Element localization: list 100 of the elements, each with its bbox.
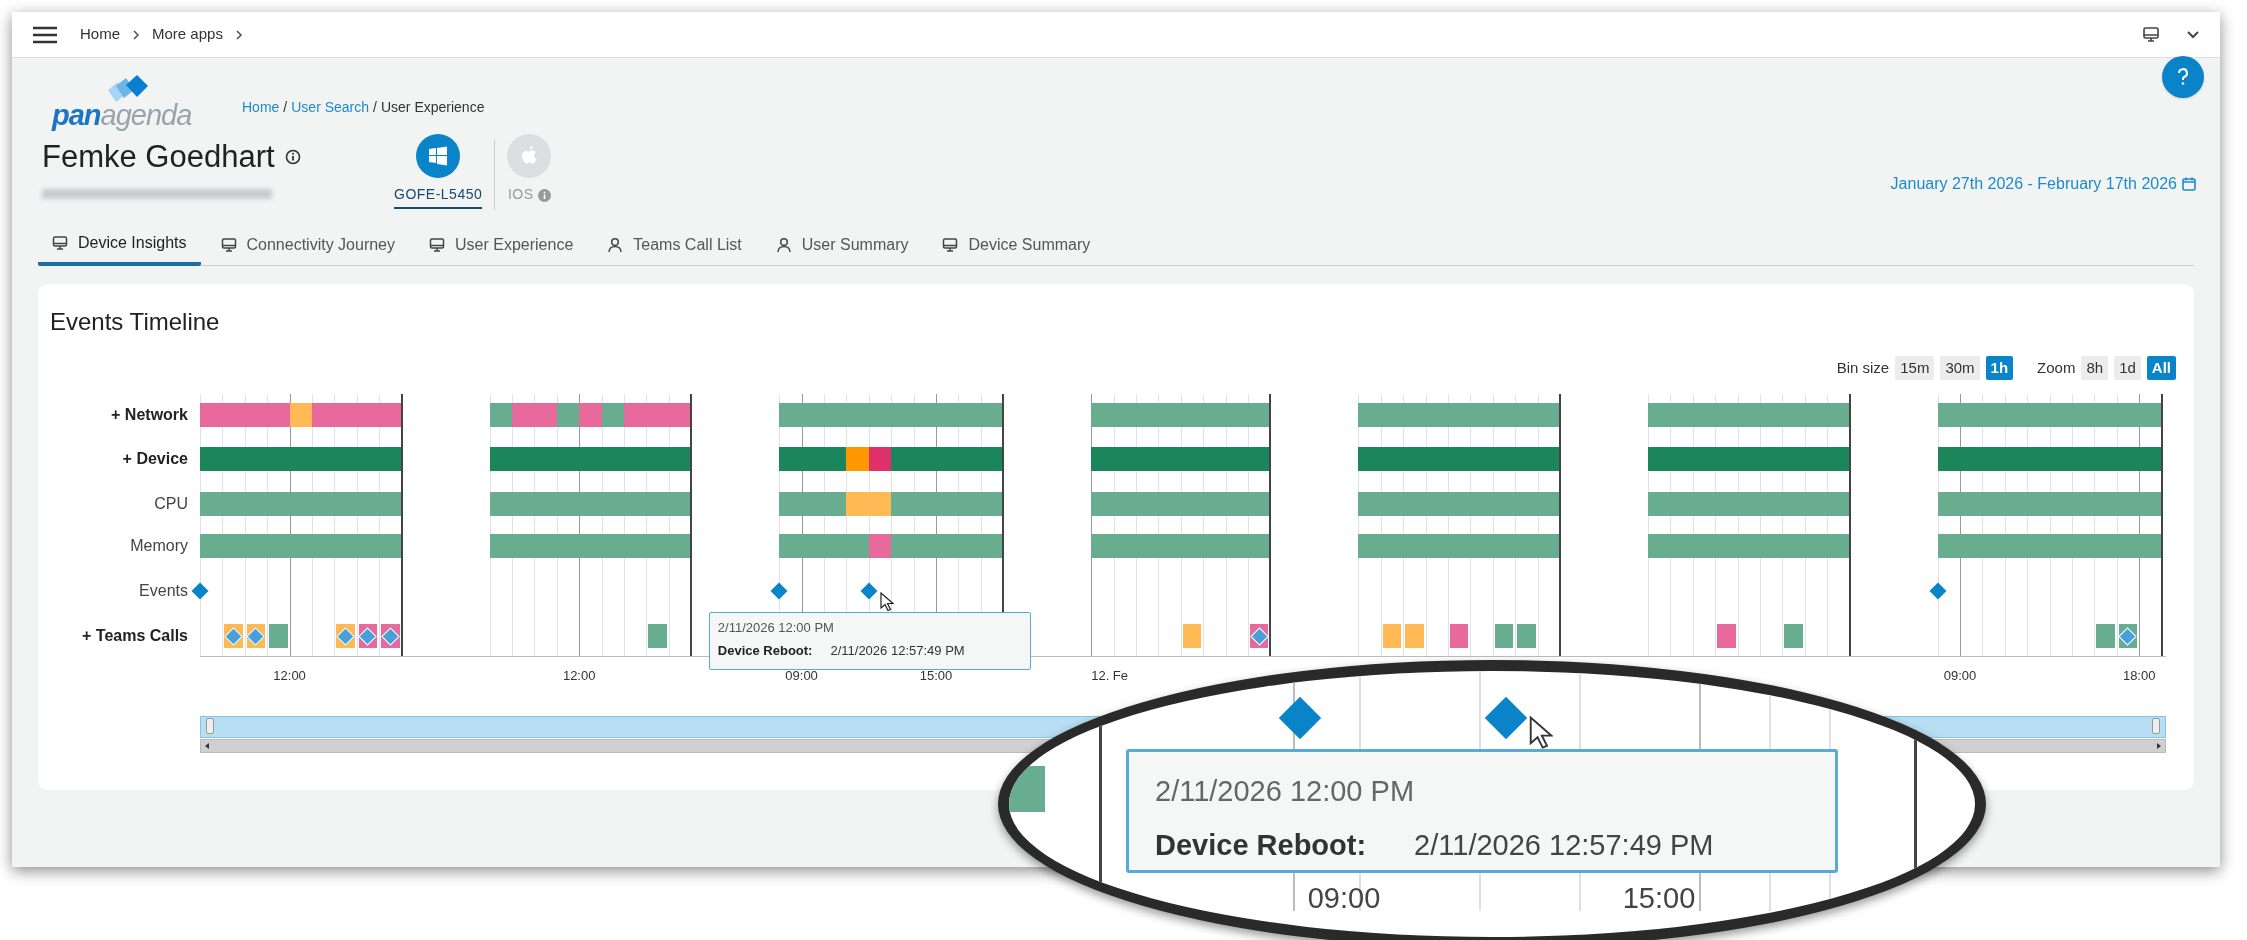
call-marker[interactable] bbox=[1405, 624, 1424, 648]
status-bar-segment[interactable] bbox=[379, 447, 402, 471]
call-marker[interactable] bbox=[246, 624, 266, 648]
tab[interactable]: User Summary bbox=[761, 224, 923, 266]
logo: panagenda bbox=[52, 74, 202, 130]
timeline-row-label: Events bbox=[139, 581, 188, 601]
breadcrumb-current: User Experience bbox=[380, 98, 485, 117]
call-marker[interactable] bbox=[2096, 624, 2115, 648]
menu-icon[interactable] bbox=[32, 25, 58, 44]
breadcrumb-link[interactable]: More apps bbox=[152, 23, 223, 46]
status-bar-segment[interactable] bbox=[1537, 492, 1560, 516]
user-name: Femke Goedhart bbox=[42, 138, 275, 176]
help-button[interactable] bbox=[2162, 56, 2204, 98]
calendar-icon[interactable] bbox=[2182, 177, 2196, 191]
status-bar-segment[interactable] bbox=[1937, 403, 1960, 427]
timeline-row-label[interactable]: + Device bbox=[122, 449, 188, 469]
status-bar-segment[interactable] bbox=[489, 534, 512, 558]
call-marker[interactable] bbox=[381, 624, 400, 648]
status-bar-segment[interactable] bbox=[2139, 447, 2162, 471]
status-bar-segment[interactable] bbox=[1937, 492, 1960, 516]
tab[interactable]: Device Insights bbox=[38, 224, 201, 266]
tooltip-title: 2/11/2026 12:00 PM bbox=[1155, 774, 1416, 809]
monitor-icon bbox=[220, 237, 237, 253]
status-bar-segment[interactable] bbox=[489, 447, 512, 471]
status-bar-segment[interactable] bbox=[1537, 534, 1560, 558]
status-bar-segment[interactable] bbox=[1937, 447, 1960, 471]
status-bar-segment[interactable] bbox=[379, 403, 402, 427]
person-icon bbox=[607, 237, 624, 253]
call-marker[interactable] bbox=[1250, 624, 1269, 648]
control-label: Bin size bbox=[1836, 357, 1890, 378]
status-bar-segment[interactable] bbox=[2139, 492, 2162, 516]
chevron-down-icon[interactable] bbox=[2186, 29, 2200, 40]
timeline-row-label: CPU bbox=[154, 494, 188, 514]
axis-label: 12. Fe bbox=[1091, 667, 1129, 685]
help-icon bbox=[2177, 68, 2189, 86]
chevron-right-icon bbox=[234, 28, 243, 41]
status-bar-segment[interactable] bbox=[489, 492, 512, 516]
status-bar-segment[interactable] bbox=[1827, 447, 1850, 471]
call-marker[interactable] bbox=[269, 624, 288, 648]
tooltip-value: 2/11/2026 12:57:49 PM bbox=[1414, 827, 1714, 863]
card-title: Events Timeline bbox=[50, 307, 220, 337]
option-button[interactable]: All bbox=[2146, 356, 2176, 380]
tab[interactable]: Connectivity Journey bbox=[206, 224, 409, 266]
status-bar-segment[interactable] bbox=[489, 403, 512, 427]
call-marker[interactable] bbox=[2118, 624, 2138, 648]
range-handle[interactable] bbox=[2152, 718, 2160, 734]
timeline-row-label[interactable]: + Teams Calls bbox=[82, 626, 188, 646]
status-bar-segment[interactable] bbox=[1248, 403, 1271, 427]
status-bar-segment[interactable] bbox=[379, 534, 402, 558]
chevron-right-icon bbox=[132, 28, 140, 41]
axis-label: 09:00 bbox=[1307, 881, 1381, 916]
call-marker[interactable] bbox=[648, 624, 667, 648]
status-bar-segment[interactable] bbox=[1248, 492, 1271, 516]
axis-label: 18:00 bbox=[2122, 667, 2156, 685]
breadcrumb-link[interactable]: Home bbox=[80, 23, 120, 46]
call-marker[interactable] bbox=[1784, 624, 1803, 648]
hostname-label[interactable]: GOFE-L5450 bbox=[394, 184, 483, 209]
status-bar-segment[interactable] bbox=[868, 447, 892, 471]
monitor-icon bbox=[52, 235, 68, 251]
tab[interactable]: Teams Call List bbox=[593, 224, 756, 266]
tooltip-value: 2/11/2026 12:57:49 PM bbox=[830, 641, 965, 660]
call-marker[interactable] bbox=[1717, 624, 1736, 648]
status-bar-segment[interactable] bbox=[2139, 534, 2162, 558]
status-bar-segment[interactable] bbox=[1827, 492, 1850, 516]
call-marker[interactable] bbox=[1450, 624, 1469, 648]
status-bar-segment[interactable] bbox=[1827, 403, 1850, 427]
call-marker[interactable] bbox=[224, 624, 243, 648]
breadcrumb-separator: / bbox=[283, 98, 288, 117]
call-marker[interactable] bbox=[336, 624, 355, 648]
status-bar-segment[interactable] bbox=[1827, 534, 1850, 558]
option-button[interactable]: 30m bbox=[1940, 356, 1980, 380]
call-marker[interactable] bbox=[1382, 624, 1402, 648]
status-bar-segment[interactable] bbox=[824, 447, 847, 471]
person-icon bbox=[775, 237, 792, 253]
call-marker[interactable] bbox=[1182, 624, 1202, 648]
option-button[interactable]: 1d bbox=[2114, 356, 2141, 380]
info-icon[interactable] bbox=[284, 149, 301, 166]
tooltip-label: Device Reboot: bbox=[717, 641, 813, 660]
range-handle[interactable] bbox=[206, 718, 214, 734]
status-bar-segment[interactable] bbox=[2139, 403, 2162, 427]
call-marker[interactable] bbox=[1517, 624, 1536, 648]
windows-icon[interactable] bbox=[416, 134, 461, 178]
call-marker[interactable] bbox=[358, 624, 378, 648]
status-bar-segment[interactable] bbox=[1537, 447, 1560, 471]
option-button[interactable]: 15m bbox=[1895, 356, 1935, 380]
status-bar-segment[interactable] bbox=[1937, 534, 1960, 558]
tab[interactable]: Device Summary bbox=[928, 224, 1105, 266]
status-bar-segment[interactable] bbox=[1248, 447, 1271, 471]
status-bar-segment[interactable] bbox=[1537, 403, 1560, 427]
option-button[interactable]: 8h bbox=[2081, 356, 2109, 380]
option-button[interactable]: 1h bbox=[1985, 356, 2014, 380]
tab[interactable]: User Experience bbox=[415, 224, 588, 266]
timeline-row-label[interactable]: + Network bbox=[111, 405, 188, 425]
status-bar-segment[interactable] bbox=[1248, 534, 1271, 558]
axis-label: 09:00 bbox=[1943, 667, 1977, 685]
call-marker[interactable] bbox=[1494, 624, 1514, 648]
monitor-icon[interactable] bbox=[2142, 25, 2160, 44]
apple-icon[interactable] bbox=[507, 134, 552, 178]
call-marker bbox=[1009, 766, 1045, 812]
status-bar-segment[interactable] bbox=[379, 492, 402, 516]
